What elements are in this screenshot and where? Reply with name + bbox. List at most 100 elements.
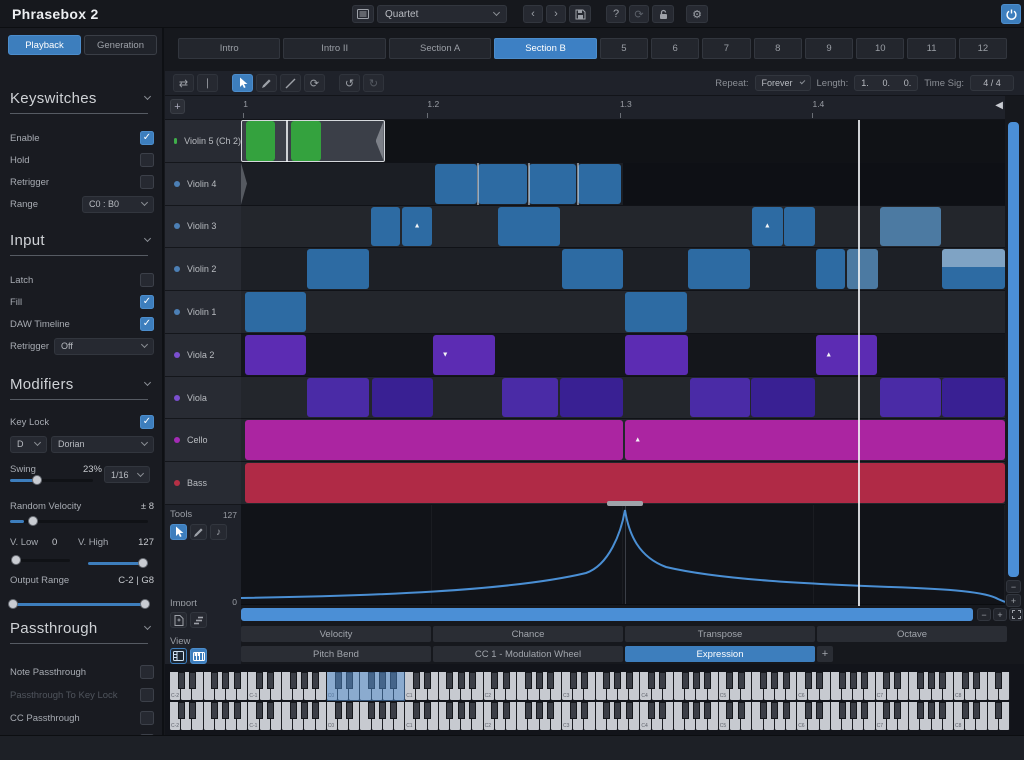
black-key[interactable]	[603, 672, 610, 689]
phrase-note[interactable]	[625, 335, 688, 375]
phrase-note[interactable]: ▲	[816, 335, 876, 375]
section-tab-11[interactable]: 11	[907, 38, 955, 59]
track-header-viola2[interactable]: Viola 2	[165, 334, 241, 377]
swing-slider[interactable]	[10, 479, 93, 482]
chevron-down-icon[interactable]	[144, 379, 151, 386]
phrase-note[interactable]	[529, 164, 576, 204]
passthrough-item-checkbox[interactable]: ✓	[140, 711, 154, 725]
black-key[interactable]	[783, 702, 790, 719]
note-button[interactable]: ♪	[210, 524, 227, 540]
phrase-note[interactable]: ▲	[625, 420, 1005, 460]
black-key[interactable]	[771, 702, 778, 719]
black-key[interactable]	[939, 702, 946, 719]
phrase-note[interactable]: ▲	[752, 207, 783, 247]
black-key[interactable]	[816, 672, 823, 689]
black-key[interactable]	[805, 702, 812, 719]
black-key[interactable]	[973, 672, 980, 689]
black-key[interactable]	[267, 702, 274, 719]
black-key[interactable]	[995, 672, 1002, 689]
v-high-slider[interactable]	[88, 562, 148, 565]
black-key[interactable]	[570, 672, 577, 689]
v-low-slider[interactable]	[10, 559, 70, 562]
black-key[interactable]	[211, 702, 218, 719]
zoom-in-v-button[interactable]: +	[1006, 594, 1021, 607]
black-key[interactable]	[973, 702, 980, 719]
section-tab-10[interactable]: 10	[856, 38, 904, 59]
tab-playback[interactable]: Playback	[8, 35, 81, 55]
black-key[interactable]	[503, 702, 510, 719]
curve-point-handle[interactable]	[607, 501, 643, 506]
black-key[interactable]	[379, 672, 386, 689]
value-tab-velocity[interactable]: Velocity	[241, 626, 431, 642]
line-tool-button[interactable]	[280, 74, 301, 92]
keyswitch-keyboard[interactable]: C-2C-1C0C1C2C3C4C5C6C7C8	[170, 672, 1010, 701]
black-key[interactable]	[928, 672, 935, 689]
black-key[interactable]	[928, 702, 935, 719]
section-tab-intro-ii[interactable]: Intro II	[283, 38, 385, 59]
phrase-fade-in-handle[interactable]	[241, 163, 247, 205]
chevron-down-icon[interactable]	[144, 93, 151, 100]
black-key[interactable]	[525, 702, 532, 719]
loop-end-marker-icon[interactable]: ◀	[995, 100, 1003, 111]
black-key[interactable]	[939, 672, 946, 689]
zoom-out-v-button[interactable]: −	[1006, 580, 1021, 593]
shuffle-button[interactable]: ⇄	[173, 74, 194, 92]
black-key[interactable]	[771, 672, 778, 689]
zoom-out-h-button[interactable]: −	[977, 608, 991, 621]
phrase-note[interactable]	[307, 378, 370, 418]
black-key[interactable]	[603, 702, 610, 719]
track-header-violin3[interactable]: Violin 3	[165, 206, 241, 249]
black-key[interactable]	[390, 702, 397, 719]
black-key[interactable]	[850, 702, 857, 719]
black-key[interactable]	[301, 672, 308, 689]
black-key[interactable]	[614, 672, 621, 689]
black-key[interactable]	[917, 672, 924, 689]
horizontal-scrollbar-thumb[interactable]	[241, 608, 973, 621]
v-low-slider-thumb[interactable]	[11, 555, 21, 565]
black-key[interactable]	[379, 702, 386, 719]
v-high-slider-thumb[interactable]	[138, 558, 148, 568]
add-track-button[interactable]: +	[170, 99, 185, 114]
black-key[interactable]	[760, 672, 767, 689]
section-tab-7[interactable]: 7	[702, 38, 750, 59]
black-key[interactable]	[424, 702, 431, 719]
swing-slider-thumb[interactable]	[32, 475, 42, 485]
black-key[interactable]	[256, 672, 263, 689]
random-velocity-slider-thumb[interactable]	[28, 516, 38, 526]
black-key[interactable]	[368, 672, 375, 689]
phrase-note[interactable]	[291, 121, 321, 161]
value-tab-transpose[interactable]: Transpose	[625, 626, 815, 642]
retrigger-checkbox[interactable]: ✓	[140, 175, 154, 189]
import-midi-button[interactable]	[190, 612, 207, 628]
section-tab-6[interactable]: 6	[651, 38, 699, 59]
black-key[interactable]	[390, 672, 397, 689]
black-key[interactable]	[962, 702, 969, 719]
black-key[interactable]	[335, 702, 342, 719]
phrase-note[interactable]	[245, 420, 623, 460]
zoom-in-h-button[interactable]: +	[993, 608, 1007, 621]
input-retrigger-select[interactable]: Off	[54, 338, 154, 355]
fill-checkbox[interactable]: ✓	[140, 295, 154, 309]
swing-rate-select[interactable]: 1/16	[104, 466, 150, 483]
phrase-note[interactable]	[816, 249, 845, 289]
black-key[interactable]	[648, 702, 655, 719]
black-key[interactable]	[547, 702, 554, 719]
timesig-field[interactable]: 4 / 4	[970, 75, 1014, 91]
black-key[interactable]	[850, 672, 857, 689]
add-cc-lane-button[interactable]: +	[817, 646, 833, 662]
black-key[interactable]	[469, 702, 476, 719]
phrase-note[interactable]	[245, 292, 306, 332]
horizontal-scrollbar[interactable]	[241, 608, 973, 621]
daw-timeline-checkbox[interactable]: ✓	[140, 317, 154, 331]
pointer-tool-button[interactable]	[232, 74, 253, 92]
black-key[interactable]	[290, 702, 297, 719]
track-lane-violin2[interactable]	[241, 248, 1005, 291]
black-key[interactable]	[659, 702, 666, 719]
black-key[interactable]	[178, 702, 185, 719]
marker-button[interactable]: ❘	[197, 74, 218, 92]
phrase-note[interactable]	[880, 378, 941, 418]
phrase-note[interactable]	[245, 335, 306, 375]
black-key[interactable]	[413, 672, 420, 689]
black-key[interactable]	[491, 702, 498, 719]
track-lane-violin4[interactable]	[241, 163, 1005, 206]
